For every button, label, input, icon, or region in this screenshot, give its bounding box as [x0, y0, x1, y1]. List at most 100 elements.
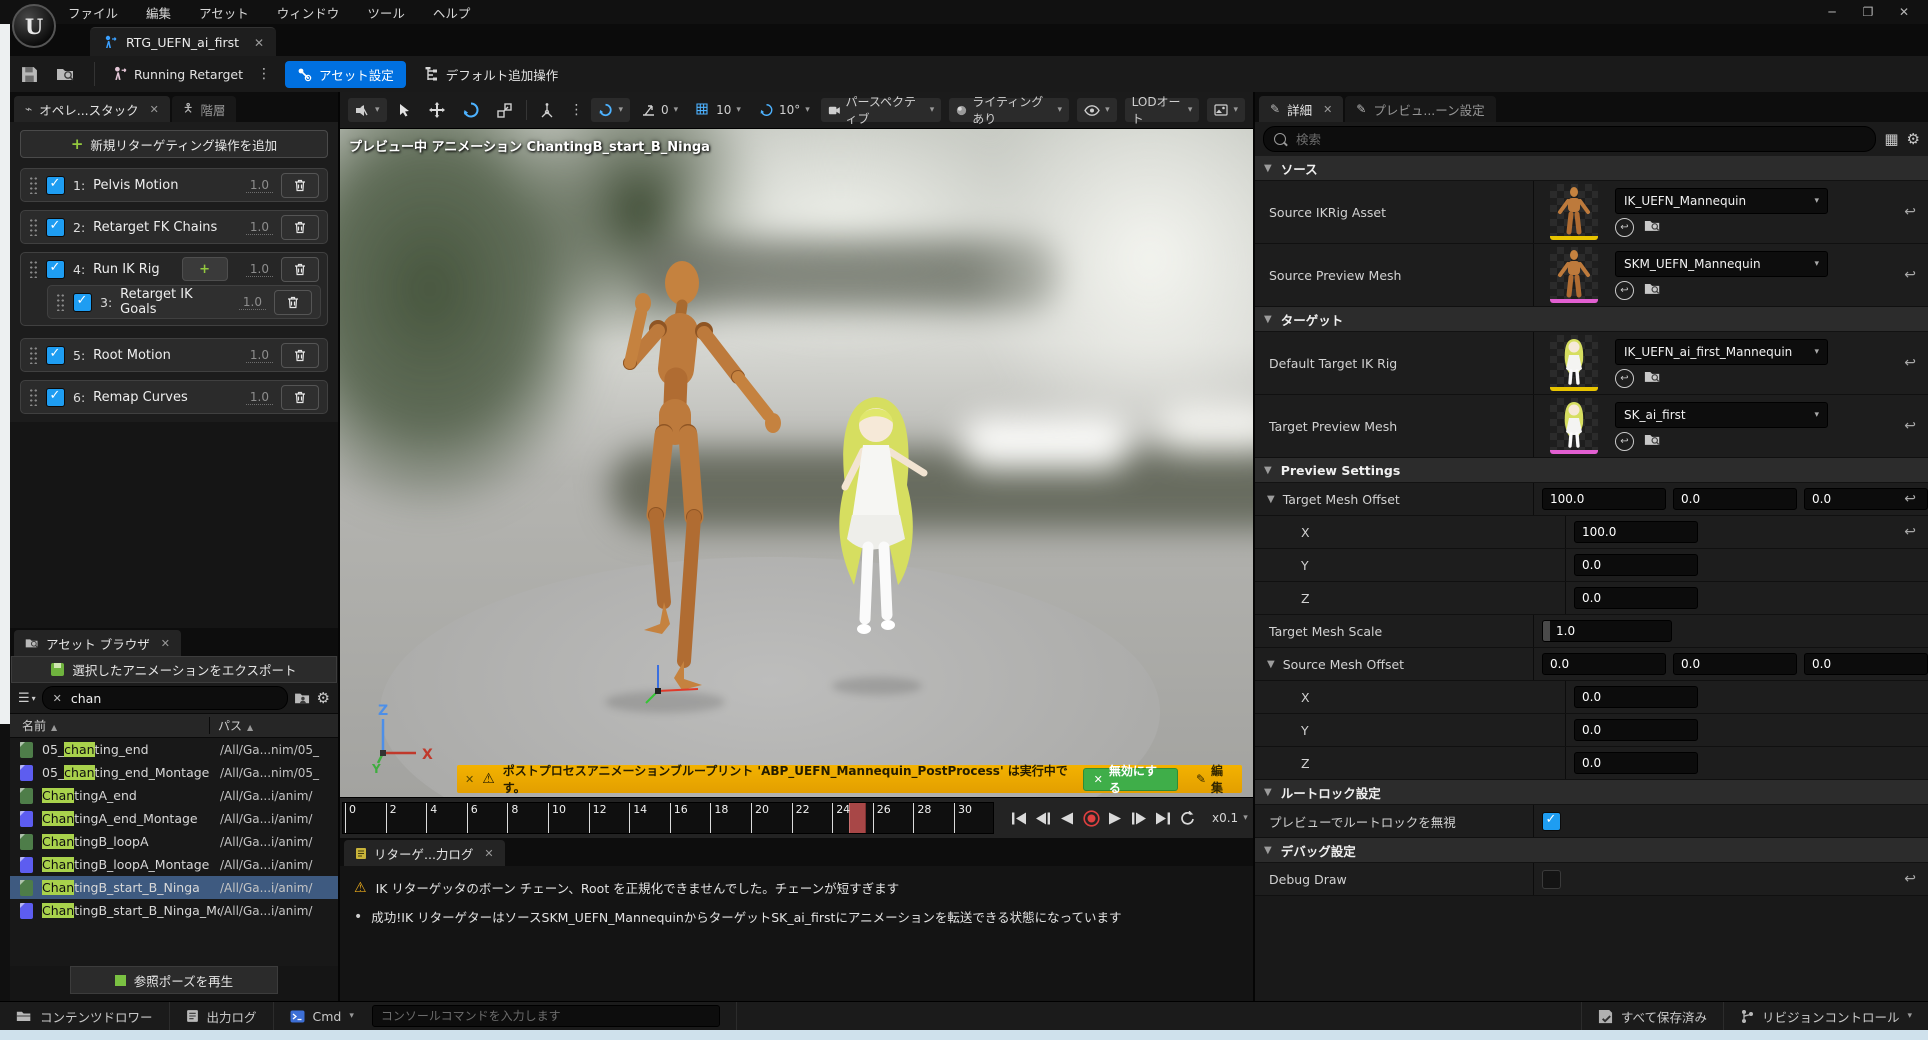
- reset-to-default-icon[interactable]: ↩: [1904, 871, 1916, 887]
- menu-file[interactable]: ファイル: [68, 3, 118, 22]
- tmo-y-input[interactable]: [1673, 488, 1797, 510]
- target-character-figure[interactable]: [810, 387, 945, 692]
- view-mode-dropdown[interactable]: ライティングあり▾: [949, 98, 1069, 122]
- default-chain-ops-button[interactable]: デフォルト追加操作: [424, 65, 559, 84]
- smo-z-input[interactable]: [1804, 653, 1928, 675]
- op-row-retarget-ik-goals[interactable]: 3: Retarget IK Goals 1.0: [47, 285, 321, 319]
- trash-button[interactable]: [274, 290, 312, 315]
- target-mesh-scale-input[interactable]: [1542, 620, 1672, 642]
- menu-asset[interactable]: アセット: [199, 3, 249, 22]
- asset-row[interactable]: ChantingB_loopA/All/Ga...i/anim/: [10, 830, 338, 853]
- asset-thumbnail-girl[interactable]: [1550, 398, 1598, 454]
- drag-handle[interactable]: [29, 176, 38, 194]
- asset-row[interactable]: ChantingB_start_B_Ninga_Mor/All/Ga...i/a…: [10, 899, 338, 922]
- tab-retarget-log[interactable]: リターゲ...力ログ✕: [344, 840, 505, 866]
- browse-to-asset-icon[interactable]: [1644, 432, 1661, 447]
- op-checkbox[interactable]: [46, 388, 65, 407]
- move-tool[interactable]: [422, 98, 452, 122]
- tmo-x-input[interactable]: [1542, 488, 1666, 510]
- x-input[interactable]: [1574, 686, 1698, 708]
- minimize-button[interactable]: ─: [1814, 1, 1850, 23]
- asset-row[interactable]: ChantingA_end_Montage/All/Ga...i/anim/: [10, 807, 338, 830]
- reset-to-default-icon[interactable]: ↩: [1904, 491, 1916, 507]
- reset-to-default-icon[interactable]: ↩: [1904, 355, 1916, 371]
- tab-close-icon[interactable]: ✕: [254, 36, 264, 50]
- column-path[interactable]: パス▲: [209, 717, 338, 734]
- asset-thumbnail-girl[interactable]: [1550, 335, 1598, 391]
- play-forward-button[interactable]: [1104, 807, 1126, 829]
- op-weight[interactable]: 1.0: [246, 348, 273, 363]
- use-selected-asset-icon[interactable]: ↩: [1615, 369, 1634, 388]
- timeline-scrubber[interactable]: [849, 803, 866, 833]
- z-input[interactable]: [1574, 587, 1698, 609]
- section-debug[interactable]: ▼ デバッグ設定: [1255, 838, 1928, 863]
- folder-user-icon[interactable]: [294, 691, 311, 705]
- record-button[interactable]: [1080, 807, 1102, 829]
- playback-speed-dropdown[interactable]: x0.1▾: [1212, 811, 1248, 825]
- drag-handle[interactable]: [29, 388, 38, 406]
- surface-snap[interactable]: 0▾: [634, 98, 685, 122]
- op-weight[interactable]: 1.0: [246, 390, 273, 405]
- target-ikrig-dropdown[interactable]: IK_UEFN_ai_first_Mannequin▾: [1615, 339, 1828, 365]
- trash-button[interactable]: [281, 215, 319, 240]
- select-tool[interactable]: [391, 98, 418, 122]
- tab-op-stack[interactable]: ⌁ オペレ...スタック✕: [14, 96, 170, 122]
- source-ikrig-dropdown[interactable]: IK_UEFN_Mannequin▾: [1615, 188, 1828, 214]
- play-reference-pose-button[interactable]: 参照ポーズを再生: [70, 966, 278, 994]
- section-preview-settings[interactable]: ▼ Preview Settings: [1255, 458, 1928, 483]
- skip-to-start-button[interactable]: [1008, 807, 1030, 829]
- filter-icon[interactable]: ☰▾: [18, 691, 36, 706]
- add-child-op-button[interactable]: +: [182, 257, 228, 281]
- timeline-ruler[interactable]: 024681012141618202224262830: [342, 802, 994, 834]
- settings-gear-icon[interactable]: ⚙: [317, 689, 330, 707]
- display-grid-icon[interactable]: ▦: [1884, 130, 1898, 148]
- transform-more-icon[interactable]: ⋮: [565, 102, 587, 118]
- asset-settings-button[interactable]: アセット設定: [285, 61, 406, 88]
- reset-to-default-icon[interactable]: ↩: [1904, 267, 1916, 283]
- section-source[interactable]: ▼ ソース: [1255, 156, 1928, 181]
- section-rootlock[interactable]: ▼ ルートロック設定: [1255, 780, 1928, 805]
- drag-handle[interactable]: [29, 260, 38, 278]
- ignore-rootlock-checkbox[interactable]: [1542, 812, 1561, 831]
- asset-row[interactable]: 05_chanting_end/All/Ga...nim/05_: [10, 738, 338, 761]
- y-input[interactable]: [1574, 554, 1698, 576]
- browse-to-asset-icon[interactable]: [1644, 369, 1661, 384]
- close-icon[interactable]: ✕: [150, 103, 159, 116]
- viewport-options-dropdown[interactable]: ▾: [348, 98, 387, 122]
- revision-control-button[interactable]: リビジョンコントロール ▾: [1723, 1002, 1928, 1030]
- trash-button[interactable]: [281, 257, 319, 282]
- rotation-grid-snap-toggle[interactable]: ▾: [591, 98, 630, 122]
- lod-dropdown[interactable]: LODオート▾: [1125, 98, 1200, 122]
- smo-y-input[interactable]: [1673, 653, 1797, 675]
- grid-snap[interactable]: 10▾: [689, 98, 748, 122]
- content-drawer-button[interactable]: コンテンツドロワー: [0, 1002, 170, 1030]
- x-input[interactable]: [1574, 521, 1698, 543]
- menu-help[interactable]: ヘルプ: [433, 3, 471, 22]
- tab-rtg-uefn-ai-first[interactable]: RTG_UEFN_ai_first ✕: [90, 27, 276, 57]
- debug-draw-checkbox[interactable]: [1542, 870, 1561, 889]
- browse-to-asset-icon[interactable]: [52, 61, 78, 87]
- rotation-snap[interactable]: 10°▾: [752, 98, 817, 122]
- op-weight[interactable]: 1.0: [246, 262, 273, 277]
- smo-x-input[interactable]: [1542, 653, 1666, 675]
- section-target[interactable]: ▼ ターゲット: [1255, 307, 1928, 332]
- save-icon[interactable]: [16, 61, 42, 87]
- tab-asset-browser[interactable]: アセット ブラウザ✕: [14, 630, 181, 656]
- op-row-retarget-fk-chains[interactable]: 2: Retarget FK Chains 1.0: [20, 210, 328, 244]
- asset-row[interactable]: ChantingA_end/All/Ga...i/anim/: [10, 784, 338, 807]
- target-mesh-dropdown[interactable]: SK_ai_first▾: [1615, 402, 1828, 428]
- tab-preview-scene-settings[interactable]: ✎ プレビュ...ーン設定: [1345, 96, 1495, 122]
- tab-details[interactable]: ✎ 詳細✕: [1259, 96, 1343, 122]
- op-checkbox[interactable]: [46, 218, 65, 237]
- use-selected-asset-icon[interactable]: ↩: [1615, 432, 1634, 451]
- asset-search-input[interactable]: [69, 690, 277, 707]
- asset-row[interactable]: ChantingB_loopA_Montage/All/Ga...i/anim/: [10, 853, 338, 876]
- add-retarget-op-button[interactable]: + 新規リターゲティング操作を追加: [20, 130, 328, 158]
- clear-search-icon[interactable]: ✕: [53, 692, 62, 705]
- trash-button[interactable]: [281, 343, 319, 368]
- menu-edit[interactable]: 編集: [146, 3, 171, 22]
- screenshot-dropdown[interactable]: ▾: [1207, 98, 1245, 122]
- reset-to-default-icon[interactable]: ↩: [1904, 418, 1916, 434]
- use-selected-asset-icon[interactable]: ↩: [1615, 218, 1634, 237]
- tab-hierarchy[interactable]: 🯅 階層: [172, 96, 237, 122]
